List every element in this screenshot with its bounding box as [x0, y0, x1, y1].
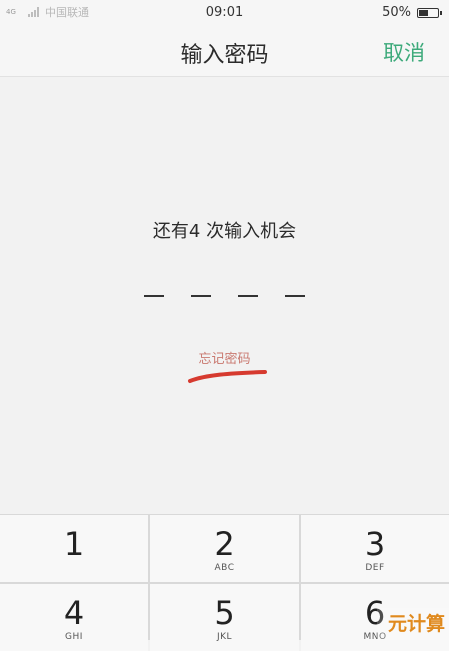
- key-digit: 5: [214, 594, 235, 632]
- battery-icon: [417, 7, 442, 18]
- nav-bar: 输入密码 取消: [0, 26, 449, 76]
- key-digit: 3: [364, 525, 386, 563]
- key-letters: ABC: [214, 563, 235, 573]
- watermark: 元计算: [377, 608, 449, 640]
- pin-slot: [238, 295, 258, 297]
- key-letters: GHI: [65, 632, 83, 642]
- battery-fill: [419, 9, 428, 16]
- battery-percent: 50%: [382, 5, 411, 20]
- key-2[interactable]: 2 ABC: [150, 515, 299, 582]
- key-4[interactable]: 4 GHI: [0, 584, 148, 651]
- pin-slot: [144, 295, 164, 297]
- page-title: 输入密码: [180, 43, 269, 68]
- key-digit: 2: [214, 525, 235, 563]
- status-bar: 4G 中国联通 09:01 50%: [0, 0, 449, 26]
- key-1[interactable]: 1: [0, 515, 148, 582]
- watermark-text: 元计算: [387, 613, 445, 635]
- password-panel: 还有4 次输入机会 忘记密码: [0, 77, 449, 514]
- red-underline-annotation: [188, 370, 267, 383]
- cancel-button[interactable]: 取消: [383, 37, 425, 67]
- pin-slot: [191, 295, 211, 297]
- forgot-password-link[interactable]: 忘记密码: [0, 348, 449, 367]
- key-digit: 1: [63, 525, 85, 563]
- key-letters: DEF: [365, 563, 385, 573]
- key-5[interactable]: 5 JKL: [150, 584, 299, 651]
- key-digit: 4: [63, 594, 85, 632]
- attempts-remaining-text: 还有4 次输入机会: [152, 221, 297, 242]
- numeric-keypad: 1 2 ABC 3 DEF 4 GHI 5 JKL 6 MNO 元计算: [0, 514, 449, 651]
- key-3[interactable]: 3 DEF: [301, 515, 449, 582]
- status-right: 50%: [382, 5, 442, 20]
- key-letters: JKL: [216, 632, 233, 642]
- pin-slot: [285, 295, 305, 297]
- pin-entry[interactable]: [144, 295, 305, 297]
